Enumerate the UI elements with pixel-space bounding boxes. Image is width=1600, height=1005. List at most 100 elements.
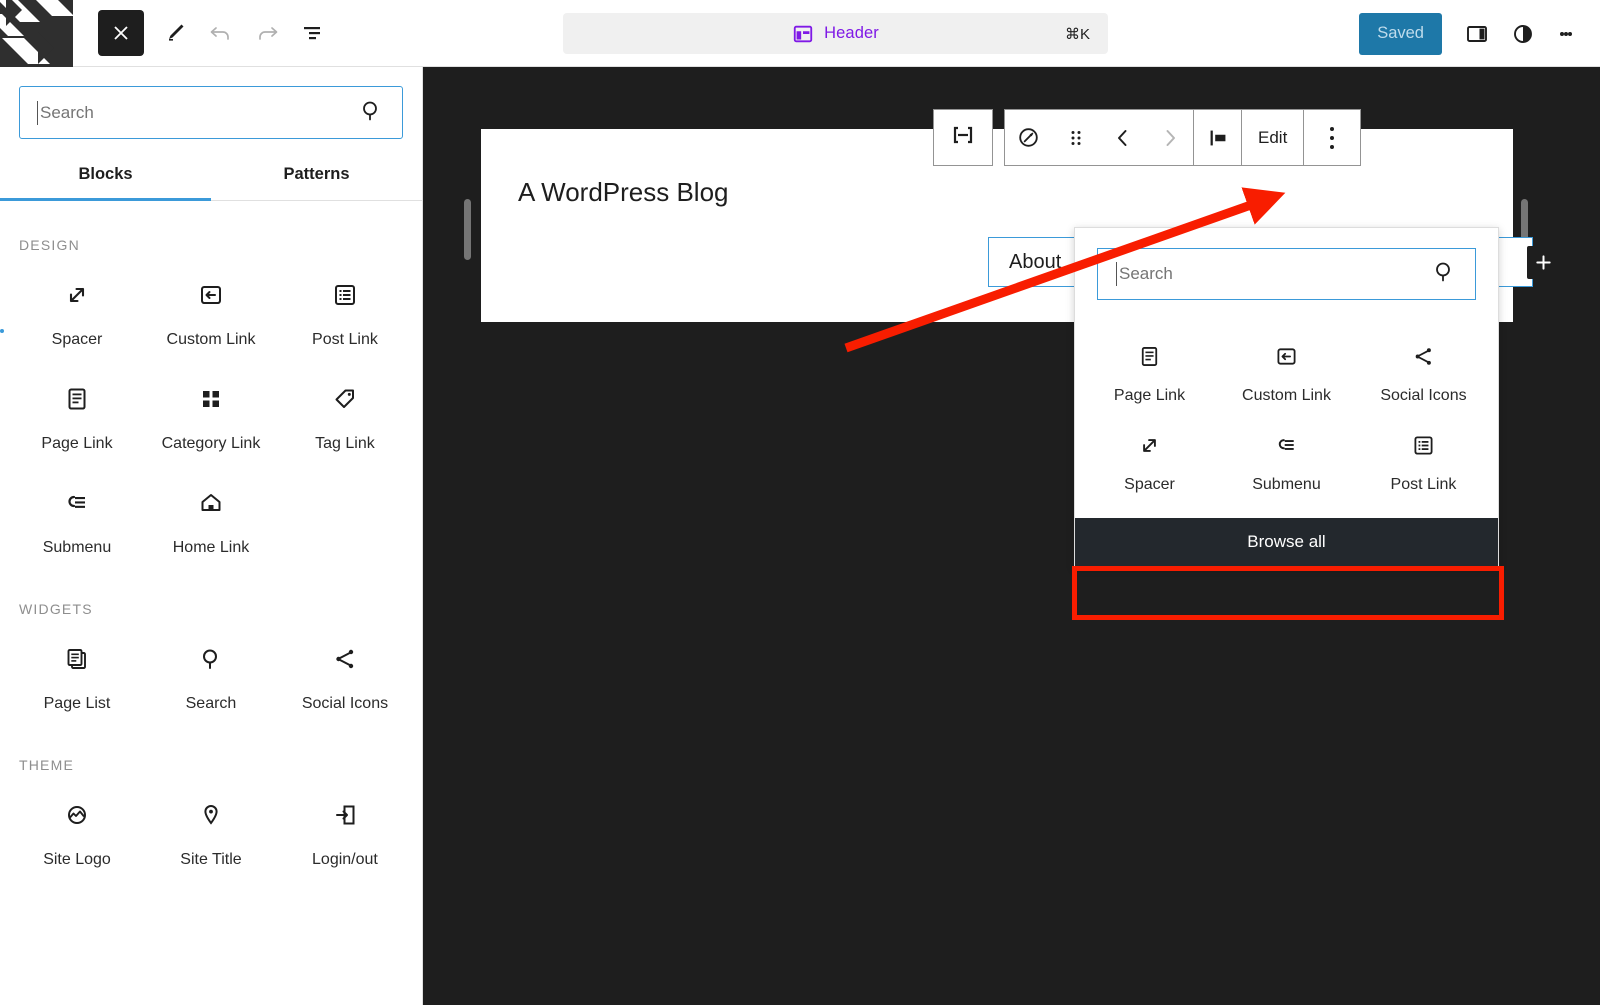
block-label: Spacer xyxy=(51,331,103,348)
block-label: Post Link xyxy=(1390,476,1457,493)
editor-canvas: A WordPress Blog About Portfolio Blog xyxy=(423,67,1600,1005)
redo-icon xyxy=(259,27,278,40)
justify-button[interactable] xyxy=(1194,110,1241,165)
nav-item-about[interactable]: About xyxy=(1009,251,1061,274)
block-item-post-link[interactable]: Post Link xyxy=(278,253,412,357)
site-title-text[interactable]: A WordPress Blog xyxy=(518,177,729,208)
edit-button[interactable]: Edit xyxy=(1242,110,1303,165)
popover-search-input[interactable]: Search xyxy=(1097,248,1476,300)
text-caret xyxy=(37,101,38,125)
popover-block-submenu[interactable]: Submenu xyxy=(1218,411,1355,500)
popover-block-social-icons[interactable]: Social Icons xyxy=(1355,322,1492,411)
block-item-submenu[interactable]: Submenu xyxy=(10,461,144,565)
block-label: Login/out xyxy=(312,851,378,868)
plus-icon xyxy=(1536,255,1551,270)
block-item-social-icons[interactable]: Social Icons xyxy=(278,617,412,721)
more-options-icon xyxy=(1330,126,1335,131)
close-icon xyxy=(114,26,128,40)
move-left-button[interactable] xyxy=(1099,110,1146,165)
block-item-spacer[interactable]: Spacer xyxy=(10,253,144,357)
search-block-icon xyxy=(196,639,226,679)
submenu-icon xyxy=(1273,427,1300,463)
settings-panel-icon xyxy=(1467,25,1487,42)
social-icons-icon xyxy=(1410,338,1437,374)
edit-mode-button[interactable] xyxy=(152,10,198,56)
settings-sidebar-toggle[interactable] xyxy=(1454,11,1500,57)
block-label: Submenu xyxy=(42,539,112,556)
command-bar-shortcut: ⌘K xyxy=(1064,25,1090,43)
section-title-theme: THEME xyxy=(19,757,74,773)
save-button[interactable]: Saved xyxy=(1359,12,1442,55)
site-icon-tile[interactable] xyxy=(0,0,73,67)
command-bar[interactable]: Header ⌘K xyxy=(563,13,1108,54)
text-caret xyxy=(1116,262,1117,286)
search-input[interactable]: Search xyxy=(19,86,403,139)
list-view-button[interactable] xyxy=(290,10,336,56)
block-item-tag-link[interactable]: Tag Link xyxy=(278,357,412,461)
block-item-site-logo[interactable]: Site Logo xyxy=(10,773,144,877)
chevron-right-icon xyxy=(1166,129,1175,146)
move-right-button[interactable] xyxy=(1146,110,1193,165)
spacer-icon xyxy=(62,275,92,315)
navigation-appender-button[interactable] xyxy=(1527,246,1560,279)
tab-patterns[interactable]: Patterns xyxy=(211,148,422,200)
styles-button[interactable] xyxy=(1500,11,1546,57)
page-link-icon xyxy=(1136,338,1163,374)
block-item-page-list[interactable]: Page List xyxy=(10,617,144,721)
block-item-category-link[interactable]: Category Link xyxy=(144,357,278,461)
block-item-custom-link[interactable]: Custom Link xyxy=(144,253,278,357)
block-item-search[interactable]: Search xyxy=(144,617,278,721)
block-label: Site Title xyxy=(180,851,242,868)
template-part-icon xyxy=(792,23,814,45)
block-item-login-out[interactable]: Login/out xyxy=(278,773,412,877)
site-logo-pattern-icon xyxy=(0,0,73,67)
block-item-home-link[interactable]: Home Link xyxy=(144,461,278,565)
popover-block-custom-link[interactable]: Custom Link xyxy=(1218,322,1355,411)
redo-button[interactable] xyxy=(244,10,290,56)
block-label: Tag Link xyxy=(315,435,375,452)
block-grid-theme: Site Logo Site Title Login/out xyxy=(0,773,422,877)
post-link-icon xyxy=(1410,427,1437,463)
block-options-button[interactable] xyxy=(1304,110,1360,165)
top-bar-right-controls: Saved xyxy=(1359,0,1586,67)
more-options-button[interactable] xyxy=(1546,11,1586,57)
tab-blocks[interactable]: Blocks xyxy=(0,148,211,201)
block-inserter-sidebar: Search Blocks Patterns DESIGN Spacer Cus… xyxy=(0,67,423,1005)
category-link-icon xyxy=(196,379,226,419)
block-grid-widgets: Page List Search Social Icons xyxy=(0,617,422,721)
search-placeholder: Search xyxy=(40,103,94,122)
close-inserter-button[interactable] xyxy=(98,10,144,56)
block-label: Page List xyxy=(43,695,111,712)
select-parent-group[interactable] xyxy=(933,109,993,166)
block-label: Submenu xyxy=(1252,476,1321,493)
sidebar-focus-dot xyxy=(0,329,4,333)
block-label: Site Logo xyxy=(43,851,111,868)
popover-search-placeholder: Search xyxy=(1119,264,1173,283)
block-item-site-title[interactable]: Site Title xyxy=(144,773,278,877)
styles-contrast-icon xyxy=(1514,24,1532,43)
block-type-button[interactable] xyxy=(1005,110,1052,165)
drag-handle-button[interactable] xyxy=(1052,110,1099,165)
quick-inserter-popover: Search Page Link Custom Link Social Icon… xyxy=(1074,227,1499,567)
popover-block-post-link[interactable]: Post Link xyxy=(1355,411,1492,500)
block-label: Home Link xyxy=(172,539,250,556)
site-logo-icon xyxy=(62,795,92,835)
block-label: Category Link xyxy=(161,435,261,452)
block-label: Social Icons xyxy=(1380,387,1467,404)
nav-item-label: About xyxy=(1009,250,1062,273)
block-label: Page Link xyxy=(1113,387,1186,404)
popover-block-page-link[interactable]: Page Link xyxy=(1081,322,1218,411)
browse-all-button[interactable]: Browse all xyxy=(1075,518,1498,566)
section-title-design: DESIGN xyxy=(19,237,80,253)
popover-block-spacer[interactable]: Spacer xyxy=(1081,411,1218,500)
navigation-block-icon xyxy=(1019,128,1038,147)
page-link-icon xyxy=(62,379,92,419)
canvas-resize-handle-left[interactable] xyxy=(464,199,471,260)
tag-link-icon xyxy=(330,379,360,419)
block-grid-design: Spacer Custom Link Post Link Page Link C… xyxy=(0,253,422,565)
block-label: Social Icons xyxy=(301,695,389,712)
search-icon xyxy=(1431,259,1457,290)
custom-link-icon xyxy=(196,275,226,315)
undo-button[interactable] xyxy=(198,10,244,56)
block-item-page-link[interactable]: Page Link xyxy=(10,357,144,461)
